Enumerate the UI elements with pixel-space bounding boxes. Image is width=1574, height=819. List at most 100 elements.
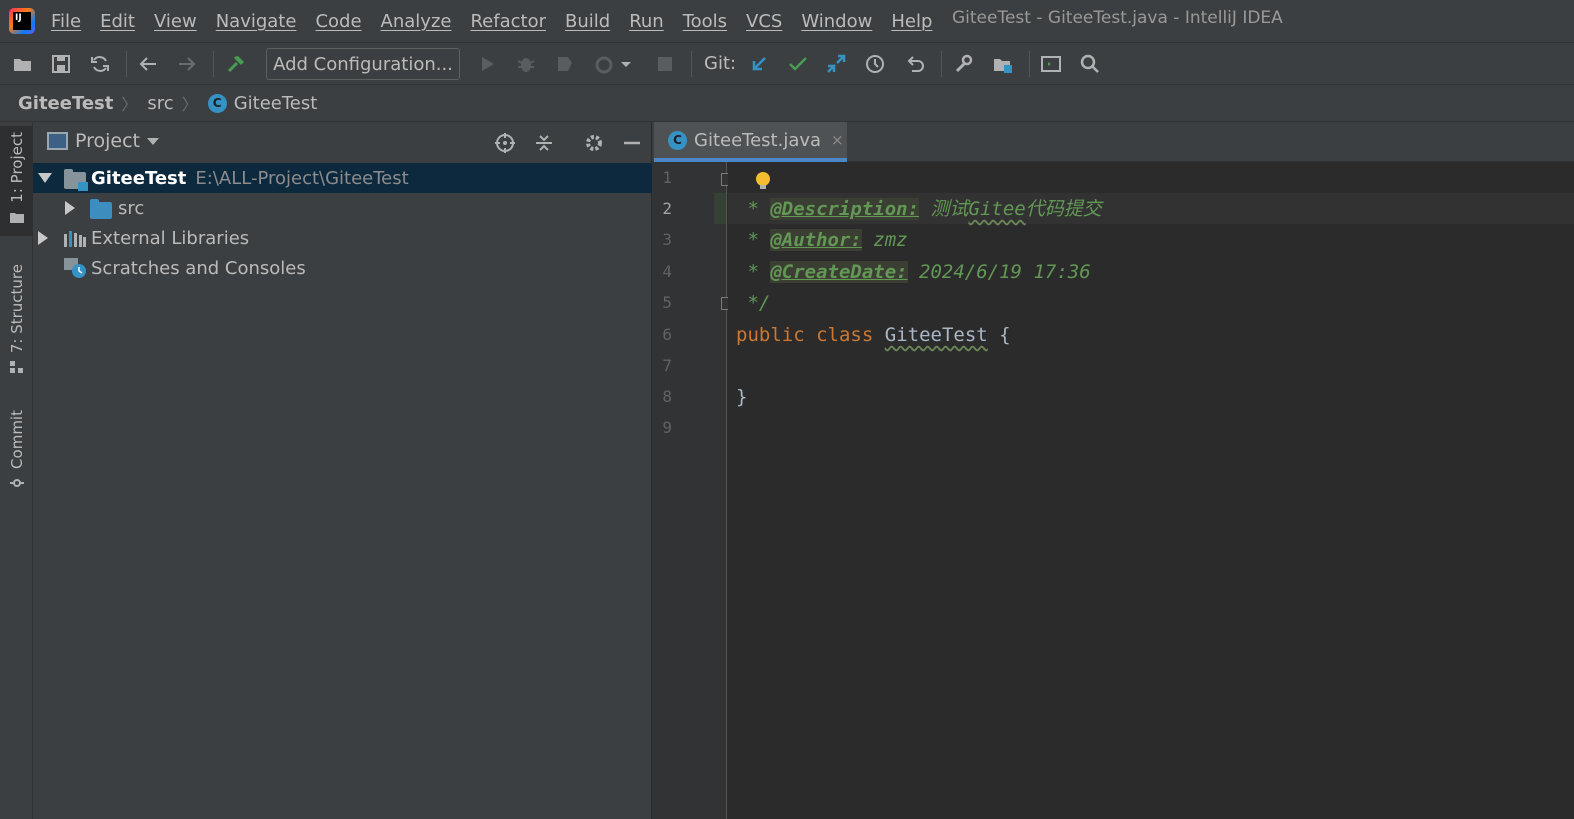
- open-brace: {: [987, 324, 1011, 346]
- project-panel-title[interactable]: Project: [75, 130, 140, 152]
- build-hammer-icon[interactable]: [223, 51, 249, 77]
- git-update-icon[interactable]: [746, 51, 772, 77]
- breadcrumb-project[interactable]: GiteeTest: [18, 93, 113, 114]
- scratches-icon: [64, 258, 86, 278]
- main-toolbar: Add Configuration... Git:: [0, 42, 1574, 85]
- project-panel: Project GiteeTest E:\ALL-Project\GiteeTes…: [33, 122, 652, 819]
- window-title: GiteeTest - GiteeTest.java - IntelliJ ID…: [952, 8, 1283, 28]
- close-icon[interactable]: ×: [831, 131, 844, 149]
- code-editor[interactable]: /* * @Description: 测试Gitee代码提交 * @Author…: [714, 162, 1574, 819]
- expand-arrow-icon[interactable]: [38, 173, 52, 183]
- git-push-icon[interactable]: [823, 51, 849, 77]
- profile-icon[interactable]: [591, 51, 617, 77]
- menu-window[interactable]: Window: [801, 11, 872, 32]
- line-number: 8: [662, 387, 672, 406]
- collapse-all-icon[interactable]: [531, 130, 557, 156]
- tree-item-label: src: [118, 197, 145, 219]
- locate-file-icon[interactable]: [492, 130, 518, 156]
- tab-structure[interactable]: 7: Structure: [0, 258, 33, 378]
- expand-arrow-icon[interactable]: [65, 201, 75, 215]
- breadcrumb-class[interactable]: GiteeTest: [234, 93, 318, 114]
- save-icon[interactable]: [48, 51, 74, 77]
- javadoc-tag-description: @Description:: [770, 198, 920, 220]
- git-commit-icon[interactable]: [785, 51, 811, 77]
- tree-item-label: External Libraries: [91, 227, 250, 249]
- tree-item-src[interactable]: src: [33, 193, 652, 223]
- history-icon[interactable]: [862, 51, 888, 77]
- tab-structure-label: 7: Structure: [7, 264, 26, 354]
- left-tool-strip: 1: Project 7: Structure Commit: [0, 122, 33, 819]
- tab-commit-label: Commit: [7, 410, 26, 469]
- breadcrumb-separator-icon: 〉: [181, 95, 198, 114]
- comment-close: */: [736, 292, 771, 314]
- comment-prefix: *: [736, 198, 771, 220]
- line-number: 2: [662, 199, 672, 218]
- tree-item-project-root[interactable]: GiteeTest E:\ALL-Project\GiteeTest: [33, 163, 652, 193]
- tree-item-label: Scratches and Consoles: [91, 257, 306, 279]
- expand-arrow-icon[interactable]: [38, 231, 48, 245]
- lightbulb-icon[interactable]: [756, 172, 770, 189]
- intellij-logo-icon[interactable]: IJ: [9, 8, 35, 34]
- git-label: Git:: [704, 53, 737, 74]
- tree-item-path: E:\ALL-Project\GiteeTest: [195, 167, 409, 189]
- comment-text: zmz: [861, 229, 908, 251]
- search-icon[interactable]: [1077, 51, 1103, 77]
- tab-project[interactable]: 1: Project: [0, 126, 33, 236]
- editor-gutter: 1 2 3 4 5 6 7 8 9: [652, 162, 733, 819]
- hide-panel-icon[interactable]: [619, 130, 645, 156]
- javadoc-tag-createdate: @CreateDate:: [770, 261, 908, 283]
- rollback-icon[interactable]: [902, 51, 928, 77]
- sync-icon[interactable]: [87, 51, 113, 77]
- menu-edit[interactable]: Edit: [100, 11, 135, 32]
- chevron-down-icon[interactable]: [147, 138, 159, 145]
- stop-icon[interactable]: [652, 51, 678, 77]
- run-icon[interactable]: [474, 51, 500, 77]
- comment-text: 测试: [919, 198, 969, 220]
- code-line-2: * @Description: 测试Gitee代码提交: [736, 194, 1102, 225]
- breadcrumb-src[interactable]: src: [147, 93, 173, 114]
- breadcrumb: GiteeTest 〉 src 〉 C GiteeTest: [0, 85, 1574, 122]
- gear-icon[interactable]: [581, 130, 607, 156]
- forward-icon[interactable]: [174, 51, 200, 77]
- project-structure-icon[interactable]: [990, 51, 1016, 77]
- javadoc-tag-author: @Author:: [770, 229, 862, 251]
- commit-icon: [9, 478, 24, 487]
- menu-tools[interactable]: Tools: [683, 11, 727, 32]
- tree-item-external-libraries[interactable]: External Libraries: [33, 223, 652, 253]
- module-folder-icon: [64, 169, 88, 191]
- terminal-icon[interactable]: [1038, 51, 1064, 77]
- menu-vcs[interactable]: VCS: [746, 11, 782, 32]
- menu-view[interactable]: View: [154, 11, 197, 32]
- class-name: GiteeTest: [884, 324, 988, 346]
- settings-wrench-icon[interactable]: [951, 51, 977, 77]
- menu-build[interactable]: Build: [565, 11, 610, 32]
- code-line-5: */: [736, 288, 770, 319]
- project-view-icon: [47, 132, 68, 150]
- tree-item-scratches[interactable]: Scratches and Consoles: [33, 253, 652, 283]
- menu-help[interactable]: Help: [891, 11, 932, 32]
- menu-code[interactable]: Code: [315, 11, 361, 32]
- keyword-class: class: [816, 324, 874, 346]
- coverage-icon[interactable]: [552, 51, 578, 77]
- libraries-icon: [64, 231, 86, 247]
- editor-tab-bar: C GiteeTest.java ×: [652, 122, 1574, 162]
- tab-giteetest-java[interactable]: C GiteeTest.java ×: [654, 122, 847, 162]
- folder-icon: [9, 212, 24, 223]
- menu-analyze[interactable]: Analyze: [381, 11, 452, 32]
- menu-file[interactable]: File: [51, 11, 81, 32]
- back-icon[interactable]: [135, 51, 161, 77]
- debug-icon[interactable]: [513, 51, 539, 77]
- code-line-6: public class GiteeTest {: [736, 320, 1011, 351]
- tab-commit[interactable]: Commit: [0, 404, 33, 496]
- add-configuration-button[interactable]: Add Configuration...: [266, 48, 460, 80]
- source-folder-icon: [90, 199, 112, 219]
- comment-prefix: *: [736, 229, 771, 251]
- menu-refactor[interactable]: Refactor: [470, 11, 546, 32]
- chevron-down-icon[interactable]: [619, 51, 633, 77]
- close-brace: }: [736, 386, 748, 408]
- menu-run[interactable]: Run: [629, 11, 664, 32]
- tree-item-label: GiteeTest: [91, 167, 187, 189]
- open-icon[interactable]: [10, 51, 36, 77]
- menu-navigate[interactable]: Navigate: [216, 11, 297, 32]
- comment-text: 2024/6/19 17:36: [907, 261, 1091, 283]
